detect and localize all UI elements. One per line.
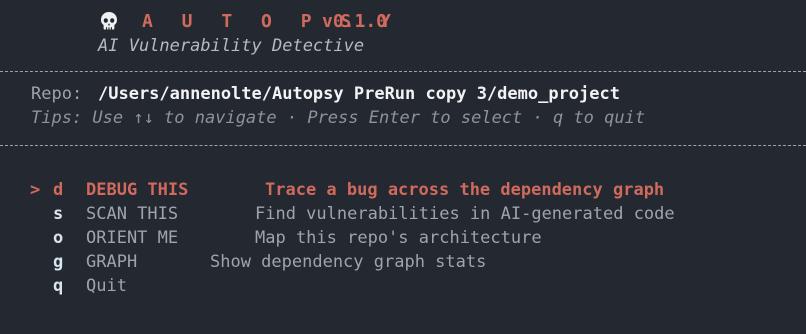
menu-item-label: SCAN THIS <box>86 204 179 224</box>
version-label: v0.1.0 <box>322 11 388 32</box>
bottom-divider <box>0 145 806 146</box>
menu-item-label: Quit <box>86 276 127 296</box>
repo-path: /Users/annenolte/Autopsy PreRun copy 3/d… <box>98 84 620 104</box>
menu-item-description: Map this repo's architecture <box>255 228 542 248</box>
menu-item-key: g <box>53 252 64 272</box>
menu-item-label: DEBUG THIS <box>86 180 189 200</box>
menu-item-key: s <box>53 204 64 224</box>
menu-item-description: Show dependency graph stats <box>210 252 487 272</box>
menu-item-description: Trace a bug across the dependency graph <box>265 180 665 200</box>
menu-item-label: GRAPH <box>86 252 138 272</box>
tips-text: Tips: Use ↑↓ to navigate · Press Enter t… <box>31 108 646 128</box>
menu-item-key: d <box>53 180 64 200</box>
repo-label: Repo: <box>31 84 83 104</box>
menu-item-key: o <box>53 228 64 248</box>
top-divider <box>0 71 806 72</box>
menu-item-description: Find vulnerabilities in AI-generated cod… <box>255 204 675 224</box>
menu-item-label: ORIENT ME <box>86 228 179 248</box>
selection-cursor: > <box>30 180 41 200</box>
menu-item-key: q <box>53 276 64 296</box>
app-tagline: AI Vulnerability Detective <box>98 36 365 56</box>
skull-icon <box>101 12 117 30</box>
